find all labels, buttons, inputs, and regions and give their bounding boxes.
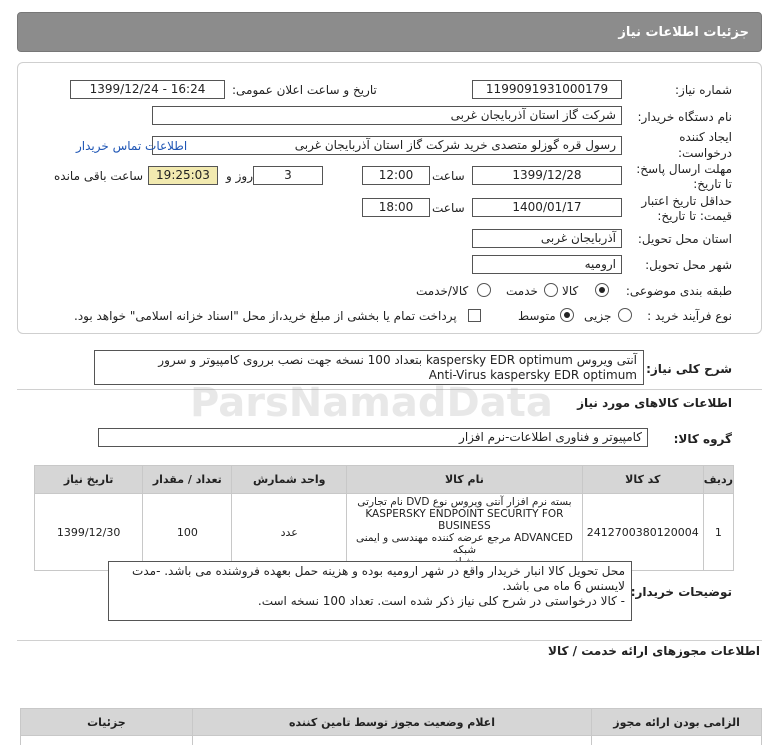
- creator-field: رسول قره گوزلو متصدی خرید شرکت گاز استان…: [152, 136, 622, 155]
- province-label: استان محل تحویل:: [637, 232, 732, 246]
- category-option-both: کالا/خدمت: [416, 284, 469, 298]
- cell-unit: عدد: [231, 493, 347, 571]
- deadline-date-field: 1399/12/28: [472, 166, 622, 185]
- buyer-notes-line-2: لایسنس 6 ماه می باشد.: [502, 579, 625, 593]
- purchase-option-minor: جزیی: [584, 309, 612, 323]
- buyer-org-label: نام دستگاه خریدار:: [637, 110, 733, 124]
- license-col-status: اعلام وضعیت مجوز توسط تامین کننده: [191, 708, 593, 736]
- license-section-title: اطلاعات مجوزهای ارائه خدمت / کالا: [548, 644, 760, 658]
- validity-time-label: ساعت: [432, 201, 465, 215]
- col-header-quantity: تعداد / مقدار: [142, 465, 233, 494]
- remaining-time-field: 19:25:03: [148, 166, 218, 185]
- need-number-label: شماره نیاز:: [675, 83, 732, 97]
- buyer-org-field: شرکت گاز استان آذربایجان غربی: [152, 106, 622, 125]
- category-label: طبقه بندی موضوعی:: [625, 284, 732, 298]
- goods-group-field: کامپیوتر و فناوری اطلاعات-نرم افزار: [98, 428, 648, 447]
- payment-note: پرداخت تمام یا بخشی از مبلغ خرید،از محل …: [74, 309, 457, 323]
- city-label: شهر محل تحویل:: [645, 258, 732, 272]
- validity-label: حداقل تاریخ اعتبار: [641, 194, 732, 208]
- cell-quantity: 100: [142, 493, 233, 571]
- cell-name: بسته نرم افزار آنتی ویروس نوع DVD نام تج…: [346, 493, 583, 571]
- cell-name-line-1: بسته نرم افزار آنتی ویروس نوع DVD نام تج…: [357, 496, 572, 508]
- table-row: 1 2412700380120004 بسته نرم افزار آنتی و…: [33, 493, 735, 571]
- page-header: جزئیات اطلاعات نیاز: [17, 12, 762, 52]
- license-col-details: جزئیات: [20, 708, 193, 736]
- creator-label: ایجاد کننده: [679, 130, 732, 144]
- validity-date-field: 1400/01/17: [472, 198, 622, 217]
- city-field: ارومیه: [472, 255, 622, 274]
- announce-label: تاریخ و ساعت اعلان عمومی:: [232, 83, 377, 97]
- validity-time-field: 18:00: [362, 198, 430, 217]
- cell-name-line-2: KASPERSKY ENDPOINT SECURITY FOR BUSINESS: [365, 508, 564, 532]
- cell-date: 1399/12/30: [33, 493, 144, 571]
- deadline-time-field: 12:00: [362, 166, 430, 185]
- creator-label-2: درخواست:: [678, 146, 732, 160]
- goods-group-label: گروه کالا:: [673, 432, 732, 446]
- divider: [17, 640, 762, 641]
- cell-index: 1: [702, 493, 735, 571]
- days-field: 3: [253, 166, 323, 185]
- watermark-logo: ParsNamadData: [190, 380, 553, 426]
- remaining-label: ساعت باقی مانده: [54, 169, 144, 183]
- items-table: ردیف کد کالا نام کالا واحد شمارش تعداد /…: [33, 465, 735, 571]
- category-radio-both[interactable]: [477, 283, 491, 297]
- deadline-label-2: تا تاریخ:: [693, 177, 732, 191]
- cell-code: 2412700380120004: [581, 493, 704, 571]
- deadline-time-label: ساعت: [432, 169, 465, 183]
- license-table: الزامی بودن ارائه مجوز اعلام وضعیت مجوز …: [20, 708, 762, 745]
- deadline-label: مهلت ارسال پاسخ:: [636, 162, 732, 176]
- purchase-radio-minor[interactable]: [618, 308, 632, 322]
- province-field: آذربایجان غربی: [472, 229, 622, 248]
- license-col-required: الزامی بودن ارائه مجوز: [591, 708, 762, 736]
- days-label: روز و: [226, 169, 253, 183]
- table-row: [20, 735, 762, 745]
- divider: [17, 389, 762, 390]
- col-header-code: کد کالا: [581, 465, 704, 494]
- goods-section-title: اطلاعات کالاهای مورد نیاز: [577, 396, 732, 410]
- general-description-line-2: Anti-Virus kaspersky EDR optimum: [428, 368, 637, 382]
- buyer-notes-line-3: - کالا درخواستی در شرح کلی نیاز ذکر شده …: [257, 594, 625, 608]
- cell-name-line-3: ADVANCED مرجع عرضه کننده مهندسی و ایمنی …: [356, 532, 573, 556]
- general-description-line-1: آنتی ویروس kaspersky EDR optimum بتعداد …: [158, 353, 637, 367]
- col-header-name: نام کالا: [346, 465, 583, 494]
- treasury-checkbox[interactable]: [468, 309, 481, 322]
- category-option-goods: کالا: [562, 284, 579, 298]
- buyer-notes-label: توضیحات خریدار:: [630, 585, 732, 599]
- general-description-label: شرح کلی نیاز:: [646, 362, 732, 376]
- category-option-service: خدمت: [506, 284, 538, 298]
- buyer-notes-line-1: محل تحویل کالا انبار خریدار واقع در شهر …: [132, 564, 625, 578]
- col-header-date: تاریخ نیاز: [33, 465, 144, 494]
- general-description-box: آنتی ویروس kaspersky EDR optimum بتعداد …: [94, 350, 644, 385]
- category-radio-goods[interactable]: [595, 283, 609, 297]
- buyer-notes-box: محل تحویل کالا انبار خریدار واقع در شهر …: [108, 561, 632, 621]
- validity-label-2: قیمت: تا تاریخ:: [657, 209, 732, 223]
- col-header-index: ردیف: [702, 465, 735, 494]
- page-title: جزئیات اطلاعات نیاز: [618, 24, 749, 40]
- col-header-unit: واحد شمارش: [231, 465, 347, 494]
- need-number-field: 1199091931000179: [472, 80, 622, 99]
- purchase-radio-medium[interactable]: [560, 308, 574, 322]
- purchase-type-label: نوع فرآیند خرید :: [647, 309, 732, 323]
- category-radio-service[interactable]: [544, 283, 558, 297]
- buyer-contact-link[interactable]: اطلاعات تماس خریدار: [76, 139, 187, 153]
- purchase-option-medium: متوسط: [518, 309, 556, 323]
- announce-date-field: 1399/12/24 - 16:24: [70, 80, 225, 99]
